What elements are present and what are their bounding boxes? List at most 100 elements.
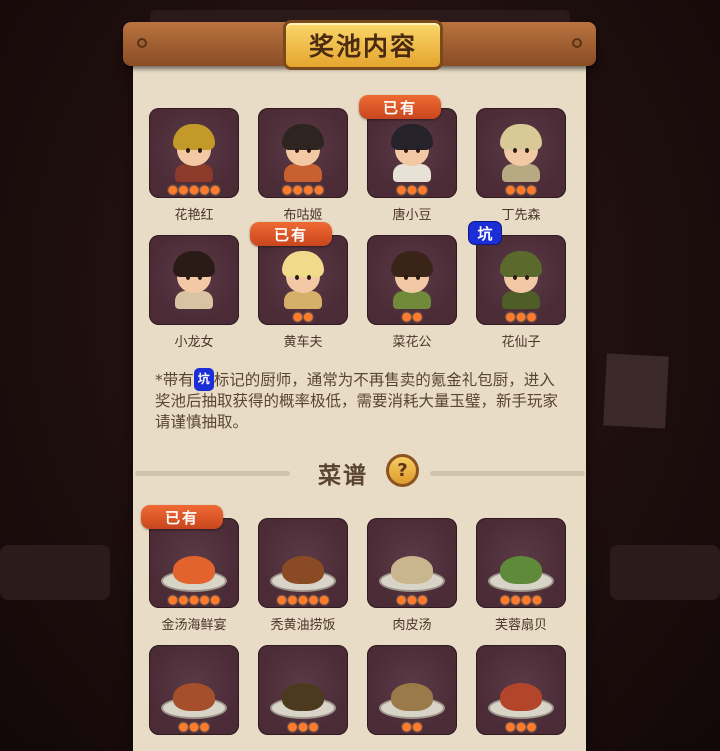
recipe-image[interactable]: ● ● ● xyxy=(367,518,457,608)
recipe-card[interactable]: ● ● ● 肉皮汤 xyxy=(367,518,457,645)
recipe-image[interactable]: ● ● ● ● xyxy=(476,518,566,608)
pit-notice: *带有坑标记的厨师，通常为不再售卖的氪金礼包厨，进入奖池后抽取获得的概率极低，需… xyxy=(155,368,565,433)
recipe-image[interactable]: ● ● ● xyxy=(476,645,566,735)
recipe-card[interactable]: ● ● ● xyxy=(476,645,566,751)
flame-icon: ● xyxy=(407,183,417,196)
chef-name: 花仙子 xyxy=(501,335,541,350)
dish-illustration xyxy=(488,675,554,719)
owned-badge: 已有 xyxy=(141,505,223,529)
chef-card[interactable]: ● ● ● ● 布咕姬 xyxy=(258,108,348,235)
flame-icon: ● xyxy=(210,183,221,196)
chef-portrait[interactable]: ● ● ● xyxy=(476,108,566,198)
chef-card[interactable]: ● ● 菜花公 xyxy=(367,235,457,362)
chef-eye xyxy=(295,148,299,153)
flame-icon: ● xyxy=(189,593,199,606)
recipe-name: 秃黄油捞饭 xyxy=(270,618,336,633)
divider-right xyxy=(430,471,585,476)
flame-icon: ● xyxy=(396,593,407,606)
flame-icon: ● xyxy=(303,183,314,196)
chef-portrait[interactable]: ● ● ● xyxy=(476,235,566,325)
flame-icon: ● xyxy=(167,593,178,606)
rarity-flames: ● ● ● ● ● xyxy=(258,594,348,606)
help-icon[interactable]: ? xyxy=(386,454,419,487)
chef-portrait[interactable]: ● ● xyxy=(367,235,457,325)
chef-hair xyxy=(500,124,542,150)
chef-body xyxy=(502,164,540,182)
chef-card[interactable]: ● ● ● 丁先森 xyxy=(476,108,566,235)
flame-icon: ● xyxy=(276,593,287,606)
chef-portrait[interactable]: ● ● ● ● ● xyxy=(149,108,239,198)
recipe-image[interactable]: ● ● xyxy=(367,645,457,735)
flame-icon: ● xyxy=(308,593,319,606)
chef-portrait[interactable]: ● ● ● xyxy=(367,108,457,198)
chef-card[interactable]: ● ● 黄车夫 已有 xyxy=(250,222,348,362)
chef-name: 布咕姬 xyxy=(283,208,323,223)
chef-eye xyxy=(404,275,408,280)
flame-icon: ● xyxy=(526,183,537,196)
flame-icon: ● xyxy=(314,183,324,196)
chef-avatar xyxy=(169,249,219,309)
chef-card[interactable]: ● ● ● 花仙子坑 xyxy=(468,221,566,362)
flame-icon: ● xyxy=(199,593,210,606)
chef-avatar xyxy=(496,249,546,309)
recipe-card[interactable]: ● ● xyxy=(367,645,457,751)
flame-icon: ● xyxy=(505,310,516,323)
recipe-card[interactable]: ● ● ● ● ● 金汤海鲜宴 已有 xyxy=(141,505,239,645)
notice-prefix: *带有 xyxy=(155,371,194,389)
recipe-image[interactable]: ● ● ● xyxy=(258,645,348,735)
rarity-flames: ● ● xyxy=(258,311,348,323)
rarity-flames: ● ● ● ● xyxy=(476,594,566,606)
recipe-image[interactable]: ● ● ● ● ● xyxy=(258,518,348,608)
rarity-flames: ● ● ● ● ● xyxy=(149,594,239,606)
flame-icon: ● xyxy=(167,183,178,196)
chef-portrait[interactable]: ● ● ● ● xyxy=(258,108,348,198)
chef-eye xyxy=(295,275,299,280)
recipe-grid-row-2: ● ● ● ● ● ● ● ● ● ● ● xyxy=(149,645,566,751)
flame-icon: ● xyxy=(319,593,330,606)
chef-portrait[interactable]: ● ● xyxy=(258,235,348,325)
dish-illustration xyxy=(379,548,445,592)
flame-icon: ● xyxy=(178,593,189,606)
flame-icon: ● xyxy=(417,183,428,196)
chef-card[interactable]: ● ● ● 唐小豆 已有 xyxy=(359,95,457,235)
rarity-flames: ● ● ● xyxy=(367,184,457,196)
dish-illustration xyxy=(379,675,445,719)
flame-icon: ● xyxy=(412,720,423,733)
flame-icon: ● xyxy=(298,593,308,606)
chef-eye xyxy=(525,275,529,280)
recipe-card[interactable]: ● ● ● xyxy=(149,645,239,751)
chef-name: 菜花公 xyxy=(392,335,432,350)
dish-illustration xyxy=(161,548,227,592)
dish-illustration xyxy=(270,548,336,592)
chef-body xyxy=(175,164,213,182)
recipe-card[interactable]: ● ● ● ● 芙蓉扇贝 xyxy=(476,518,566,645)
chef-hair xyxy=(282,251,324,277)
title-plate: 奖池内容 xyxy=(283,20,443,70)
flame-icon: ● xyxy=(516,310,526,323)
flame-icon: ● xyxy=(199,720,210,733)
recipe-card[interactable]: ● ● ● ● ● 秃黄油捞饭 xyxy=(258,518,348,645)
flame-icon: ● xyxy=(510,593,521,606)
recipes-section-title: 菜谱 xyxy=(318,463,368,489)
recipe-card[interactable]: ● ● ● xyxy=(258,645,348,751)
flame-icon: ● xyxy=(303,310,314,323)
chef-body xyxy=(502,291,540,309)
recipe-image[interactable]: ● ● ● xyxy=(149,645,239,735)
flame-icon: ● xyxy=(287,720,298,733)
chef-avatar xyxy=(496,122,546,182)
flame-icon: ● xyxy=(532,593,542,606)
nail-icon xyxy=(137,38,147,48)
chef-hair xyxy=(500,251,542,277)
background-button-right xyxy=(610,545,720,600)
chef-card[interactable]: ● ● ● ● ● 花艳红 xyxy=(149,108,239,235)
recipe-image[interactable]: ● ● ● ● ● xyxy=(149,518,239,608)
chef-portrait[interactable] xyxy=(149,235,239,325)
rarity-flames: ● ● ● xyxy=(476,721,566,733)
chef-eye xyxy=(186,275,190,280)
chef-card[interactable]: 小龙女 xyxy=(149,235,239,362)
dish-illustration xyxy=(161,675,227,719)
flame-icon: ● xyxy=(417,593,428,606)
chef-body xyxy=(284,291,322,309)
flame-icon: ● xyxy=(292,310,303,323)
chef-avatar xyxy=(387,249,437,309)
